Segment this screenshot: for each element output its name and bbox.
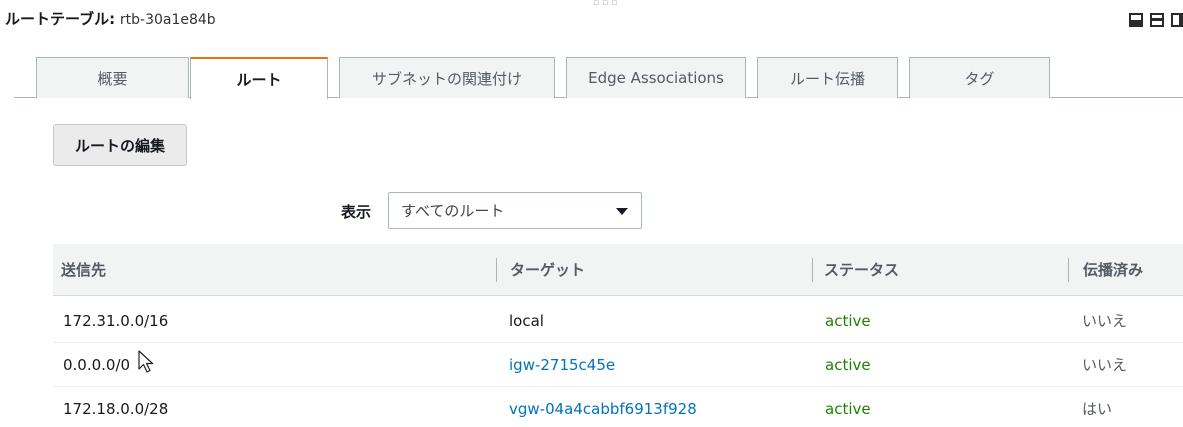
panel-layout-controls: [1129, 13, 1183, 29]
tab-tags[interactable]: タグ: [909, 57, 1050, 98]
propagated-cell: いいえ: [1082, 356, 1128, 374]
page-title-label: ルートテーブル:: [5, 10, 116, 28]
panel-side-icon[interactable]: [1171, 13, 1183, 27]
route-table-panel: ルートテーブル: rtb-30a1e84b ▫▫▫ 概要 ルート サブネットの関…: [0, 0, 1183, 427]
mouse-pointer-icon: [138, 350, 154, 373]
column-divider[interactable]: [1068, 258, 1069, 282]
table-row[interactable]: 172.18.0.0/28 vgw-04a4cabbf6913f928 acti…: [53, 387, 1183, 427]
column-header-target[interactable]: ターゲット: [510, 244, 585, 296]
tab-routes[interactable]: ルート: [190, 57, 328, 99]
tab-route-propagation[interactable]: ルート伝播: [757, 57, 898, 98]
status-cell: active: [825, 400, 871, 418]
target-link[interactable]: igw-2715c45e: [509, 343, 615, 387]
column-header-propagated[interactable]: 伝播済み: [1083, 244, 1143, 296]
table-row[interactable]: 172.31.0.0/16 local active いいえ: [53, 299, 1183, 343]
tab-edge-associations[interactable]: Edge Associations: [566, 57, 746, 98]
tab-subnet-associations[interactable]: サブネットの関連付け: [339, 57, 555, 98]
routes-table-header: 送信先 ターゲット ステータス 伝播済み: [53, 244, 1183, 296]
target-cell: local: [509, 312, 544, 330]
destination-cell: 172.18.0.0/28: [63, 400, 169, 418]
destination-cell: 172.31.0.0/16: [63, 312, 169, 330]
edit-routes-button[interactable]: ルートの編集: [53, 124, 187, 166]
status-cell: active: [825, 312, 871, 330]
panel-bottom-icon[interactable]: [1129, 13, 1143, 27]
propagated-cell: はい: [1082, 400, 1113, 418]
propagated-cell: いいえ: [1082, 312, 1128, 330]
status-cell: active: [825, 356, 871, 374]
column-divider[interactable]: [812, 258, 813, 282]
resize-handle-icon[interactable]: ▫▫▫: [593, 0, 620, 8]
dropdown-caret-icon: [616, 208, 628, 215]
route-filter-value: すべてのルート: [401, 202, 505, 220]
route-table-id: rtb-30a1e84b: [119, 12, 216, 28]
column-header-status[interactable]: ステータス: [824, 244, 899, 296]
filter-label: 表示: [341, 203, 372, 221]
column-header-destination[interactable]: 送信先: [61, 244, 106, 296]
column-divider[interactable]: [496, 258, 497, 282]
panel-split-icon[interactable]: [1150, 13, 1164, 27]
route-filter-select[interactable]: すべてのルート: [388, 192, 642, 229]
target-link[interactable]: vgw-04a4cabbf6913f928: [509, 387, 697, 427]
tab-overview[interactable]: 概要: [36, 57, 189, 98]
table-row[interactable]: 0.0.0.0/0 igw-2715c45e active いいえ: [53, 343, 1183, 387]
page-title: ルートテーブル: rtb-30a1e84b: [5, 9, 216, 30]
destination-cell: 0.0.0.0/0: [63, 356, 131, 374]
